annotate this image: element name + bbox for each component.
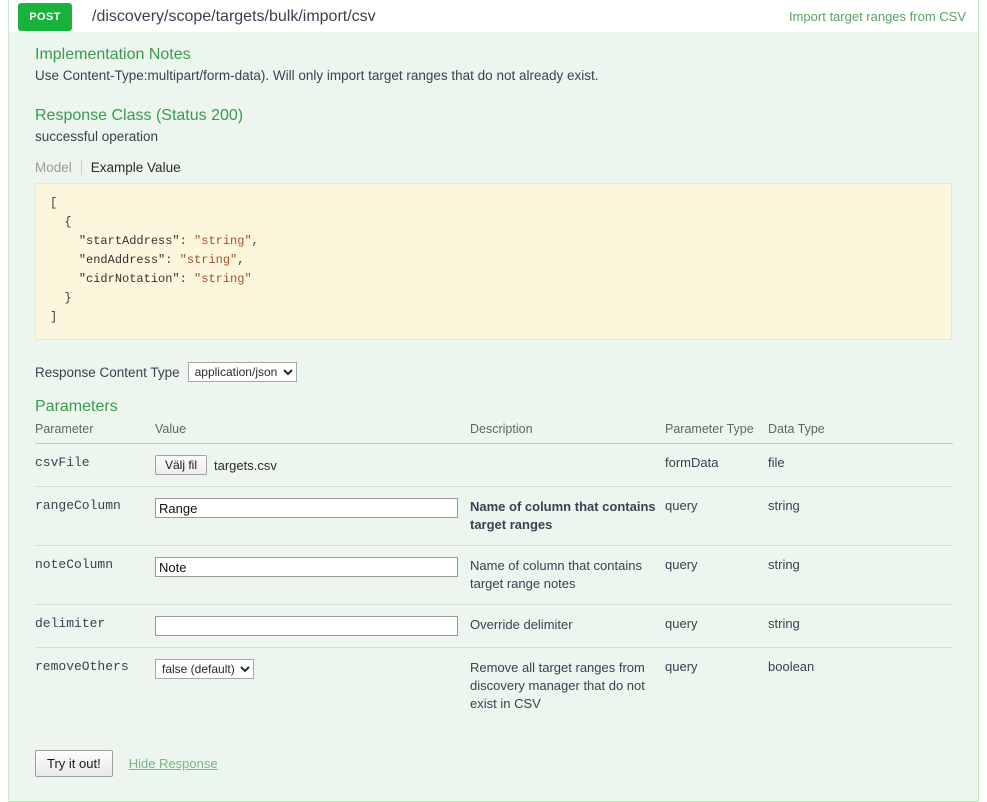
code-field-value-0: "string" [194, 234, 252, 248]
column-header-data-type: Data Type [768, 420, 953, 444]
parameter-type-delimiter: query [665, 604, 768, 648]
delimiter-input[interactable] [155, 616, 458, 636]
data-type-delimiter: string [768, 604, 953, 648]
implementation-notes-title: Implementation Notes [35, 46, 191, 63]
response-content-type-label: Response Content Type [35, 364, 180, 380]
data-type-rangecolumn: string [768, 486, 953, 546]
parameter-description-rangecolumn: Name of column that contains target rang… [470, 486, 665, 546]
parameter-name-rangecolumn: rangeColumn [35, 486, 155, 546]
operation-content: Implementation Notes Use Content-Type:mu… [9, 32, 978, 801]
parameter-value-csvfile: Välj fil targets.csv [155, 443, 470, 487]
column-header-parameter-type: Parameter Type [665, 420, 768, 444]
implementation-notes-text: Use Content-Type:multipart/form-data). W… [35, 68, 599, 83]
parameter-description-csvfile [470, 443, 665, 487]
code-field-comma-1: , [237, 253, 245, 267]
data-type-removeothers: boolean [768, 659, 815, 674]
parameters-table-body: csvFile Välj fil targets.csv formData fi… [35, 443, 953, 725]
parameter-type-notecolumn: query [665, 545, 768, 605]
code-field-comma-0: , [251, 234, 259, 248]
code-open-bracket: [ [50, 196, 58, 210]
code-field-key-2: "cidrNotation" [78, 272, 180, 286]
parameter-description-delimiter: Override delimiter [470, 604, 665, 648]
parameters-header-row: Parameter Value Description Parameter Ty… [35, 420, 953, 444]
operation-footer: Try it out! Hide Response [35, 750, 952, 801]
parameter-name-csvfile: csvFile [35, 443, 155, 487]
example-value-code-block: [ { "startAddress": "string", "endAddres… [35, 183, 952, 340]
model-example-tabs: Model Example Value [35, 160, 952, 175]
parameter-name-removeothers: removeOthers [35, 659, 129, 674]
parameter-value-notecolumn [155, 545, 470, 605]
table-row: rangeColumn Name of column that contains… [35, 486, 953, 546]
parameters-title: Parameters [35, 398, 118, 415]
code-close-bracket: ] [50, 310, 58, 324]
code-field-key-1: "endAddress" [78, 253, 166, 267]
parameters-table-head: Parameter Value Description Parameter Ty… [35, 420, 953, 444]
column-header-description: Description [470, 420, 665, 444]
api-operation-panel: POST /discovery/scope/targets/bulk/impor… [8, 0, 979, 802]
response-content-type-select[interactable]: application/json [187, 362, 297, 382]
parameter-name-notecolumn: noteColumn [35, 545, 155, 605]
parameter-description-notecolumn: Name of column that contains target rang… [470, 545, 665, 605]
tab-model[interactable]: Model [35, 160, 81, 175]
rangecolumn-input[interactable] [155, 498, 458, 518]
code-field-value-2: "string" [194, 272, 252, 286]
operation-path: /discovery/scope/targets/bulk/import/csv [92, 7, 376, 25]
parameter-type-csvfile: formData [665, 443, 768, 487]
removeothers-select[interactable]: false (default) [155, 659, 254, 679]
code-open-brace: { [50, 215, 72, 229]
parameter-type-rangecolumn: query [665, 486, 768, 546]
column-header-value: Value [155, 420, 470, 444]
response-class-description: successful operation [35, 129, 159, 144]
code-close-brace: } [50, 291, 72, 305]
notecolumn-input[interactable] [155, 557, 458, 577]
parameter-value-rangecolumn [155, 486, 470, 546]
code-field-key-0: "startAddress" [78, 234, 180, 248]
parameter-value-removeothers: false (default) [155, 648, 470, 725]
code-field-value-1: "string" [179, 253, 238, 267]
operation-heading[interactable]: POST /discovery/scope/targets/bulk/impor… [9, 0, 978, 32]
table-row: noteColumn Name of column that contains … [35, 545, 953, 605]
parameter-description-removeothers: Remove all target ranges from discovery … [470, 660, 645, 711]
tab-example-value[interactable]: Example Value [80, 160, 190, 175]
file-input-csvfile[interactable]: Välj fil targets.csv [155, 455, 470, 475]
table-row: removeOthers false (default) Remove all … [35, 648, 953, 725]
table-row: delimiter Override delimiter query strin… [35, 604, 953, 648]
table-row: csvFile Välj fil targets.csv formData fi… [35, 443, 953, 487]
data-type-notecolumn: string [768, 545, 953, 605]
column-header-parameter: Parameter [35, 420, 155, 444]
http-method-badge: POST [18, 2, 72, 31]
operation-summary-link[interactable]: Import target ranges from CSV [789, 9, 966, 24]
data-type-csvfile: file [768, 443, 953, 487]
hide-response-link[interactable]: Hide Response [129, 756, 218, 771]
selected-file-name: targets.csv [214, 457, 277, 473]
parameter-value-delimiter [155, 604, 470, 648]
response-content-type-row: Response Content Type application/json [35, 362, 952, 382]
parameter-name-delimiter: delimiter [35, 604, 155, 648]
parameter-type-removeothers: query [665, 659, 698, 674]
example-value-code: [ { "startAddress": "string", "endAddres… [50, 196, 259, 324]
parameters-table: Parameter Value Description Parameter Ty… [35, 420, 953, 724]
choose-file-button[interactable]: Välj fil [155, 455, 208, 475]
response-class-title: Response Class (Status 200) [35, 107, 244, 124]
